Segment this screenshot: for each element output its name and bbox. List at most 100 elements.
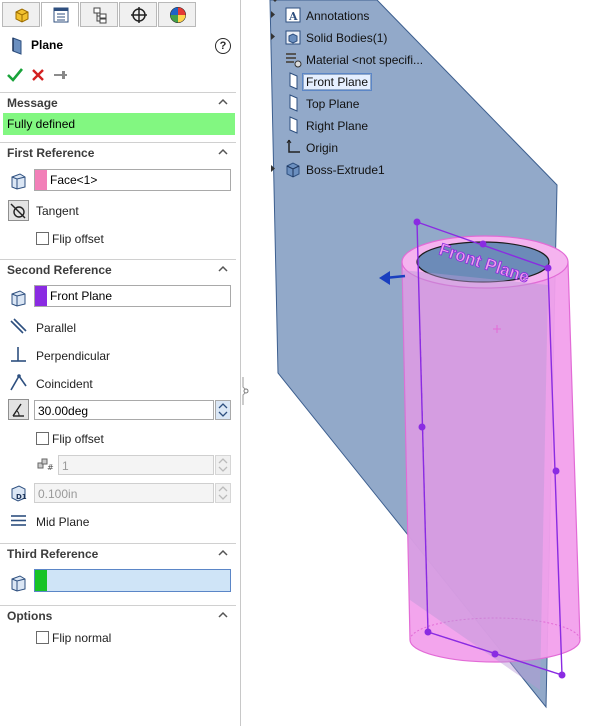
- tree-item-label: Right Plane: [306, 119, 369, 133]
- tree-item-label: Solid Bodies(1): [306, 31, 388, 45]
- tree-item-label: Annotations: [306, 9, 370, 23]
- chevron-up-icon[interactable]: [218, 148, 228, 155]
- ok-checkmark-icon[interactable]: [7, 67, 23, 83]
- angle-spinner[interactable]: [215, 400, 231, 420]
- pin-icon[interactable]: [53, 69, 67, 81]
- status-message-text: Fully defined: [7, 117, 76, 131]
- tab-configuration-manager[interactable]: [80, 2, 118, 27]
- status-message: Fully defined: [3, 113, 235, 135]
- material-icon: [286, 53, 302, 68]
- tangent-label: Tangent: [36, 204, 79, 218]
- tree-item-label: Material <not specifi...: [306, 53, 424, 67]
- distance-icon: D1: [11, 485, 27, 502]
- angle-input[interactable]: 30.00deg: [34, 400, 214, 420]
- number-of-planes-spinner[interactable]: [215, 455, 231, 475]
- section-header-first-reference[interactable]: First Reference: [0, 142, 236, 163]
- section-title: Message: [7, 96, 58, 110]
- parallel-icon: [10, 318, 27, 334]
- mid-plane-label: Mid Plane: [36, 515, 90, 529]
- section-title: First Reference: [7, 146, 95, 160]
- tree-item-right-plane[interactable]: Right Plane: [270, 116, 450, 136]
- number-of-planes-value: 1: [62, 459, 69, 473]
- tree-item-label: Front Plane: [301, 73, 373, 91]
- tree-item-origin[interactable]: Origin: [270, 138, 450, 158]
- extrude-icon: [286, 162, 300, 178]
- distance-input[interactable]: 0.100in: [34, 483, 214, 503]
- coincident-button[interactable]: [8, 372, 29, 393]
- section-header-third-reference[interactable]: Third Reference: [0, 543, 236, 564]
- tree-item-front-plane[interactable]: Front Plane: [270, 72, 450, 92]
- plane-icon: [289, 72, 298, 90]
- tree-item-annotations[interactable]: A Annotations: [270, 6, 450, 26]
- second-flip-offset-label: Flip offset: [52, 432, 104, 446]
- parallel-button[interactable]: [8, 316, 29, 337]
- tree-item-boss-extrude1[interactable]: Boss-Extrude1: [270, 160, 450, 180]
- tree-item-solid-bodies[interactable]: Solid Bodies(1): [270, 28, 450, 48]
- svg-text:A: A: [288, 10, 298, 23]
- number-of-planes-icon: #: [37, 458, 54, 472]
- chevron-up-icon[interactable]: [218, 549, 228, 556]
- section-title: Third Reference: [7, 547, 99, 561]
- svg-text:#: #: [47, 463, 54, 472]
- plane-reference-icon: [11, 290, 26, 307]
- flip-normal-label: Flip normal: [52, 631, 112, 645]
- expand-arrow-icon[interactable]: [270, 32, 276, 41]
- angle-value: 30.00deg: [38, 404, 89, 418]
- tree-item-label: Boss-Extrude1: [306, 163, 385, 177]
- tangent-icon: [10, 203, 26, 219]
- expand-arrow-icon[interactable]: [270, 10, 276, 19]
- feature-tree: A Annotations Solid Bodies(1) Material <…: [268, 0, 448, 185]
- flip-normal-checkbox[interactable]: [36, 631, 49, 644]
- second-reference-field[interactable]: Front Plane: [34, 285, 231, 307]
- tab-feature-manager[interactable]: [2, 2, 40, 27]
- spinner-arrows-icon: [218, 403, 228, 417]
- property-manager-panel: Plane ? Message Fully defined First Refe…: [0, 0, 241, 726]
- tab-display-manager[interactable]: [158, 2, 196, 27]
- cancel-x-icon[interactable]: [31, 68, 45, 82]
- perpendicular-button[interactable]: [8, 344, 29, 365]
- angle-icon: [12, 403, 24, 417]
- section-header-message[interactable]: Message: [0, 92, 236, 113]
- svg-text:D1: D1: [16, 493, 27, 501]
- manager-tabs: [0, 0, 240, 28]
- tree-item-material[interactable]: Material <not specifi...: [270, 50, 450, 70]
- second-reference-swatch: [35, 286, 47, 306]
- tree-item-top-plane[interactable]: Top Plane: [270, 94, 450, 114]
- distance-spinner[interactable]: [215, 483, 231, 503]
- display-manager-icon: [170, 7, 186, 23]
- help-icon[interactable]: ?: [215, 38, 231, 54]
- tangent-button[interactable]: [8, 200, 29, 221]
- first-reference-field[interactable]: Face<1>: [34, 169, 231, 191]
- perpendicular-label: Perpendicular: [36, 349, 111, 363]
- tab-dimxpert-manager[interactable]: [119, 2, 157, 27]
- plane-icon: [289, 116, 298, 134]
- second-flip-offset-checkbox[interactable]: [36, 432, 49, 445]
- angle-button[interactable]: [8, 399, 29, 420]
- tree-top-arrow-icon: [273, 0, 277, 2]
- dimxpert-manager-icon: [131, 7, 147, 23]
- chevron-up-icon[interactable]: [218, 611, 228, 618]
- number-of-planes-input[interactable]: 1: [58, 455, 214, 475]
- coincident-icon: [10, 374, 27, 391]
- expand-arrow-icon[interactable]: [270, 164, 276, 173]
- mid-plane-button[interactable]: [8, 510, 29, 531]
- third-reference-icon: [11, 575, 26, 592]
- parallel-label: Parallel: [36, 321, 77, 335]
- third-reference-field[interactable]: [34, 569, 231, 592]
- section-header-options[interactable]: Options: [0, 605, 236, 626]
- chevron-up-icon[interactable]: [218, 98, 228, 105]
- feature-manager-icon: [15, 8, 29, 23]
- section-title: Second Reference: [7, 263, 112, 277]
- coincident-label: Coincident: [36, 377, 93, 391]
- first-flip-offset-checkbox[interactable]: [36, 232, 49, 245]
- tree-item-label: Top Plane: [306, 97, 360, 111]
- section-header-second-reference[interactable]: Second Reference: [0, 259, 236, 280]
- tab-property-manager[interactable]: [41, 2, 79, 27]
- plane-icon: [12, 37, 22, 55]
- spinner-arrows-icon: [218, 458, 228, 472]
- chevron-up-icon[interactable]: [218, 265, 228, 272]
- perpendicular-icon: [11, 347, 26, 362]
- second-reference-value: Front Plane: [50, 289, 113, 303]
- plane-icon: [289, 94, 298, 112]
- panel-splitter-handle[interactable]: [241, 377, 249, 405]
